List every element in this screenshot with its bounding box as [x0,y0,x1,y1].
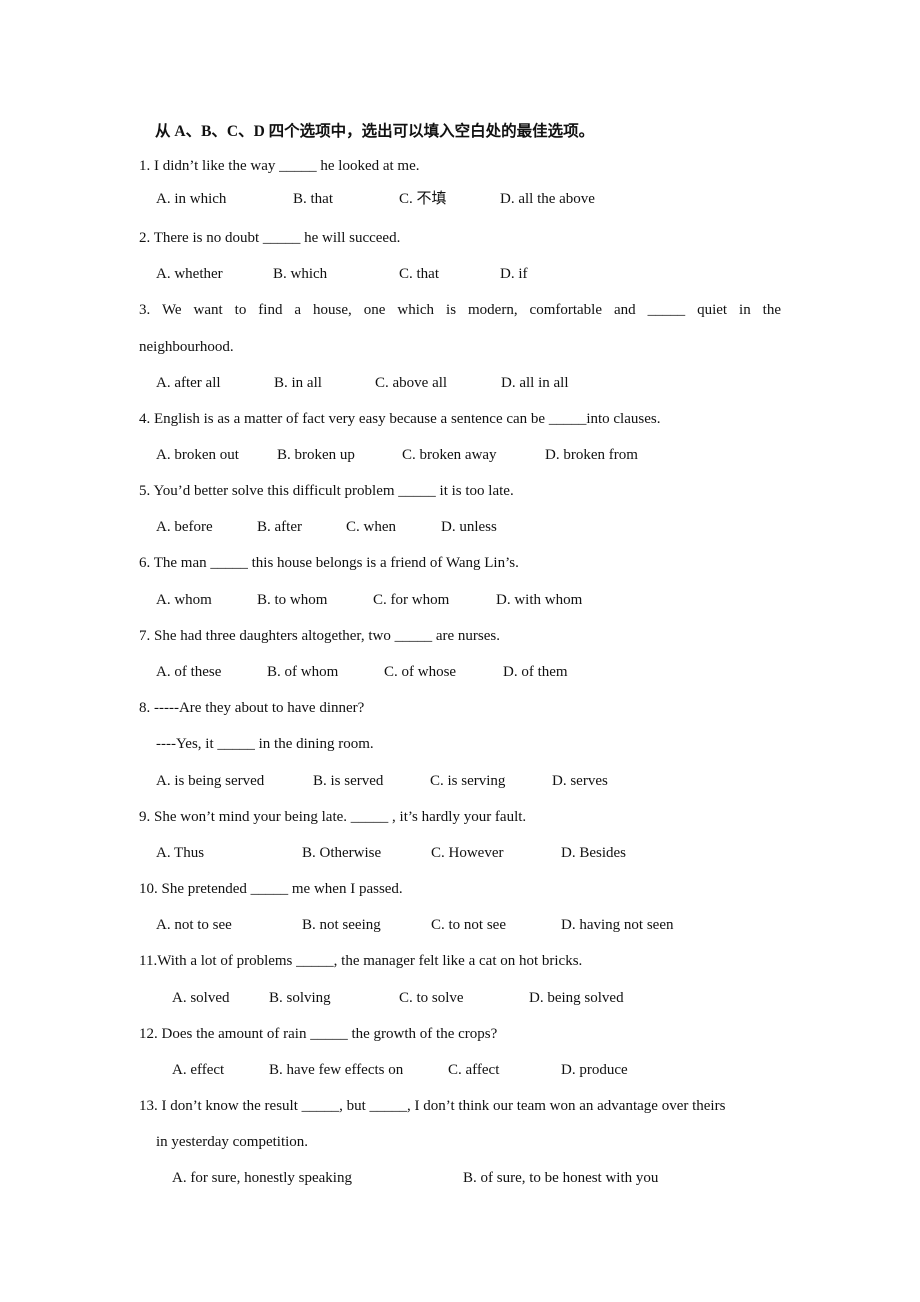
question-9-option-d[interactable]: D. Besides [561,843,626,863]
question-7-option-c[interactable]: C. of whose [384,662,456,682]
instruction-heading: 从 A、B、C、D 四个选项中，选出可以填入空白处的最佳选项。 [155,123,595,140]
question-12-option-d[interactable]: D. produce [561,1060,628,1080]
question-5-option-b[interactable]: B. after [257,517,302,537]
question-1-option-d[interactable]: D. all the above [500,189,595,209]
question-8-option-d[interactable]: D. serves [552,771,608,791]
question-10-option-c[interactable]: C. to not see [431,915,506,935]
question-10-stem: 10. She pretended _____ me when I passed… [139,881,403,897]
question-11-stem: 11.With a lot of problems _____, the man… [139,953,583,969]
question-4-option-b[interactable]: B. broken up [277,445,355,465]
question-4-option-c[interactable]: C. broken away [402,445,497,465]
question-7-option-d[interactable]: D. of them [503,662,568,682]
question-2-stem: 2. There is no doubt _____ he will succe… [139,230,401,246]
question-11-option-c[interactable]: C. to solve [399,988,464,1008]
question-2-option-b[interactable]: B. which [273,264,327,284]
question-6-stem: 6. The man _____ this house belongs is a… [139,555,519,571]
question-5-option-c[interactable]: C. when [346,517,396,537]
question-3-option-b[interactable]: B. in all [274,373,322,393]
question-2-option-c[interactable]: C. that [399,264,439,284]
question-6-option-c[interactable]: C. for whom [373,590,449,610]
question-4-option-a[interactable]: A. broken out [156,445,239,465]
question-10-option-a[interactable]: A. not to see [156,915,232,935]
question-7-stem: 7. She had three daughters altogether, t… [139,628,500,644]
question-11-option-a[interactable]: A. solved [172,988,230,1008]
question-6-option-a[interactable]: A. whom [156,590,212,610]
question-11-option-b[interactable]: B. solving [269,988,331,1008]
question-13-option-b[interactable]: B. of sure, to be honest with you [463,1168,658,1188]
question-8-stem-reply: ----Yes, it _____ in the dining room. [156,736,374,752]
question-3-option-c[interactable]: C. above all [375,373,447,393]
question-10-option-b[interactable]: B. not seeing [302,915,381,935]
question-1-stem: 1. I didn’t like the way _____ he looked… [139,158,420,174]
question-3-stem-continued: neighbourhood. [139,339,234,355]
question-1-option-a[interactable]: A. in which [156,189,226,209]
question-12-stem: 12. Does the amount of rain _____ the gr… [139,1026,498,1042]
question-8-stem: 8. -----Are they about to have dinner? [139,700,365,716]
question-3-option-d[interactable]: D. all in all [501,373,569,393]
question-12-option-a[interactable]: A. effect [172,1060,224,1080]
question-2-option-d[interactable]: D. if [500,264,528,284]
question-7-option-b[interactable]: B. of whom [267,662,338,682]
question-9-option-a[interactable]: A. Thus [156,843,204,863]
question-2-option-a[interactable]: A. whether [156,264,223,284]
question-8-option-c[interactable]: C. is serving [430,771,505,791]
question-11-option-d[interactable]: D. being solved [529,988,624,1008]
question-10-option-d[interactable]: D. having not seen [561,915,673,935]
question-9-option-b[interactable]: B. Otherwise [302,843,381,863]
question-12-option-b[interactable]: B. have few effects on [269,1060,403,1080]
question-4-stem: 4. English is as a matter of fact very e… [139,411,661,427]
question-3-option-a[interactable]: A. after all [156,373,221,393]
question-13-stem: 13. I don’t know the result _____, but _… [139,1098,726,1114]
question-3-stem: 3. We want to find a house, one which is… [139,302,781,318]
question-8-option-a[interactable]: A. is being served [156,771,264,791]
question-8-option-b[interactable]: B. is served [313,771,383,791]
question-12-option-c[interactable]: C. affect [448,1060,499,1080]
question-13-stem-continued: in yesterday competition. [156,1134,309,1150]
question-5-option-a[interactable]: A. before [156,517,213,537]
question-5-stem: 5. You’d better solve this difficult pro… [139,483,514,499]
question-6-option-b[interactable]: B. to whom [257,590,327,610]
question-6-option-d[interactable]: D. with whom [496,590,582,610]
question-9-option-c[interactable]: C. However [431,843,503,863]
question-4-option-d[interactable]: D. broken from [545,445,638,465]
question-13-option-a[interactable]: A. for sure, honestly speaking [172,1168,352,1188]
question-1-option-b[interactable]: B. that [293,189,333,209]
question-5-option-d[interactable]: D. unless [441,517,497,537]
question-1-option-c[interactable]: C. 不填 [399,189,447,209]
question-9-stem: 9. She won’t mind your being late. _____… [139,809,527,825]
question-7-option-a[interactable]: A. of these [156,662,221,682]
